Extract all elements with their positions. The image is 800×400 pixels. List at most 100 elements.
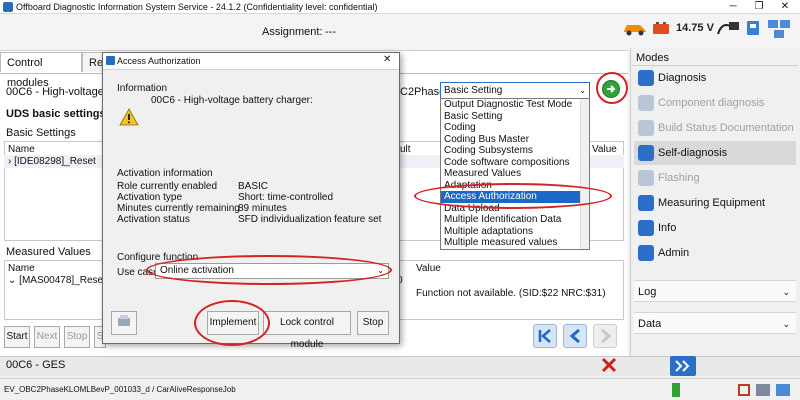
tools-icon[interactable] bbox=[756, 384, 770, 396]
tab-control-modules[interactable]: Control modules bbox=[0, 52, 82, 89]
bottom-module: 00C6 - GES bbox=[6, 359, 66, 371]
activation-type-key: Activation type bbox=[117, 192, 183, 203]
role-key: Role currently enabled bbox=[117, 181, 218, 192]
dropdown-option[interactable]: Measured Values bbox=[441, 168, 589, 180]
stop-left-button[interactable]: Stop bbox=[64, 326, 90, 348]
next-button[interactable]: Next bbox=[34, 326, 60, 348]
data-chevron-icon: ⌄ bbox=[782, 319, 790, 329]
status-key: Activation status bbox=[117, 214, 190, 225]
usb-icon bbox=[747, 21, 759, 35]
use-case-value: Online activation bbox=[160, 265, 234, 276]
page-title: UDS basic settings bbox=[6, 108, 106, 120]
admin-icon bbox=[638, 245, 654, 261]
chevron-down-icon: ⌄ bbox=[579, 86, 586, 95]
use-case-select[interactable]: Online activation ⌄ bbox=[155, 263, 389, 279]
status-value: SFD individualization feature set bbox=[238, 214, 382, 225]
dropdown-option[interactable]: Code software compositions bbox=[441, 157, 589, 169]
dropdown-option[interactable]: Adaptation bbox=[441, 180, 589, 192]
col-result: ult bbox=[400, 144, 411, 155]
close-icon[interactable]: ✕ bbox=[772, 0, 798, 14]
mode-self-diagnosis[interactable]: Self-diagnosis bbox=[634, 141, 796, 165]
mode-label: Diagnosis bbox=[658, 72, 707, 84]
dropdown-option-selected[interactable]: Access Authorization bbox=[441, 191, 589, 203]
module-field-tail: C2Phase bbox=[400, 86, 446, 98]
title-bar: Offboard Diagnostic Information System S… bbox=[0, 0, 800, 14]
data-section[interactable]: Data ⌄ bbox=[634, 312, 796, 334]
exit-icon[interactable] bbox=[738, 384, 750, 396]
mode-label: Build Status Documentation bbox=[658, 122, 794, 134]
mode-info[interactable]: Info bbox=[634, 216, 796, 240]
dialog-titlebar: Access Authorization bbox=[103, 53, 399, 70]
measured-col-name: Name bbox=[8, 263, 35, 274]
minutes-key: Minutes currently remaining bbox=[117, 203, 240, 214]
use-case-label: Use case bbox=[117, 267, 159, 278]
dropdown-option[interactable]: Coding bbox=[441, 122, 589, 134]
lock-control-module-button[interactable]: Lock control module bbox=[263, 311, 351, 350]
measuring-equipment-icon bbox=[638, 195, 654, 211]
mode-label: Component diagnosis bbox=[658, 97, 765, 109]
role-value: BASIC bbox=[238, 181, 269, 192]
info-label: Information bbox=[117, 83, 168, 94]
measured-col-value: Value bbox=[416, 263, 441, 274]
start-button[interactable]: Start bbox=[4, 326, 30, 348]
mode-label: Admin bbox=[658, 247, 690, 259]
mode-flashing[interactable]: Flashing bbox=[634, 166, 796, 190]
mode-component-diagnosis[interactable]: Component diagnosis bbox=[634, 91, 796, 115]
mode-diagnosis[interactable]: Diagnosis bbox=[634, 66, 796, 90]
close-red-icon[interactable] bbox=[600, 356, 618, 374]
configure-function-label: Configure function bbox=[117, 252, 199, 263]
activation-info-label: Activation information bbox=[117, 168, 213, 179]
dropdown-option[interactable]: Coding Subsystems bbox=[441, 145, 589, 157]
tab-re[interactable]: Re bbox=[82, 52, 104, 72]
warning-icon bbox=[119, 108, 139, 126]
go-button[interactable] bbox=[602, 80, 620, 98]
mode-label: Measuring Equipment bbox=[658, 197, 766, 209]
next-page-icon[interactable] bbox=[593, 324, 617, 348]
flashing-icon bbox=[638, 170, 654, 186]
data-label: Data bbox=[638, 318, 662, 330]
car-icon bbox=[624, 25, 646, 36]
mode-label: Flashing bbox=[658, 172, 700, 184]
measured-values-label: Measured Values bbox=[6, 246, 91, 258]
implement-button[interactable]: Implement bbox=[207, 311, 259, 335]
mode-label: Info bbox=[658, 222, 677, 234]
info-text: 00C6 - High-voltage battery charger: bbox=[151, 95, 313, 106]
dropdown-option[interactable]: Multiple Identification Data bbox=[441, 214, 589, 226]
status-path: EV_OBC2PhaseKLOMLBevP_001033_d / CarAliv… bbox=[4, 385, 236, 394]
app-icon bbox=[3, 1, 13, 12]
voltage-readout: 14.75 V bbox=[676, 22, 714, 34]
window-title: Offboard Diagnostic Information System S… bbox=[16, 1, 378, 12]
dropdown-option[interactable]: Data Upload bbox=[441, 203, 589, 215]
mode-measuring-equipment[interactable]: Measuring Equipment bbox=[634, 191, 796, 215]
print-button[interactable] bbox=[111, 311, 137, 335]
first-page-icon[interactable] bbox=[533, 324, 557, 348]
dropdown-option[interactable]: Multiple measured values bbox=[441, 237, 589, 249]
log-label: Log bbox=[638, 286, 657, 298]
stop-button[interactable]: Stop bbox=[357, 311, 389, 335]
forward-icon[interactable] bbox=[670, 356, 696, 376]
dropdown-option[interactable]: Coding Bus Master bbox=[441, 134, 589, 146]
monitor-icon[interactable] bbox=[776, 384, 790, 396]
info-icon bbox=[638, 220, 654, 236]
vci-connector-icon bbox=[717, 22, 739, 35]
minutes-value: 89 minutes bbox=[238, 203, 287, 214]
measured-row-label[interactable]: ⌄ [MAS00478]_Rese bbox=[8, 275, 103, 286]
log-section[interactable]: Log ⌄ bbox=[634, 280, 796, 302]
status-bar: EV_OBC2PhaseKLOMLBevP_001033_d / CarAliv… bbox=[0, 378, 800, 400]
col-value: Value bbox=[592, 144, 617, 155]
basic-settings-label: Basic Settings bbox=[6, 127, 76, 139]
activation-type-value: Short: time-controlled bbox=[238, 192, 334, 203]
measured-row-value: Function not available. (SID:$22 NRC:$31… bbox=[416, 288, 606, 299]
dropdown-scrollbar[interactable] bbox=[580, 99, 589, 249]
dropdown-option[interactable]: Output Diagnostic Test Mode bbox=[441, 99, 589, 111]
printer-icon bbox=[118, 315, 130, 326]
dropdown-option[interactable]: Basic Setting bbox=[441, 111, 589, 123]
dropdown-option[interactable]: Multiple adaptations bbox=[441, 226, 589, 238]
prev-page-icon[interactable] bbox=[563, 324, 587, 348]
dialog-close-icon[interactable]: ✕ bbox=[383, 54, 391, 65]
mode-select[interactable]: Basic Setting ⌄ bbox=[440, 82, 590, 99]
mode-admin[interactable]: Admin bbox=[634, 241, 796, 265]
maximize-icon[interactable]: ❐ bbox=[746, 0, 772, 14]
mode-build-status[interactable]: Build Status Documentation bbox=[634, 116, 796, 140]
minimize-icon[interactable]: ─ bbox=[720, 0, 746, 14]
